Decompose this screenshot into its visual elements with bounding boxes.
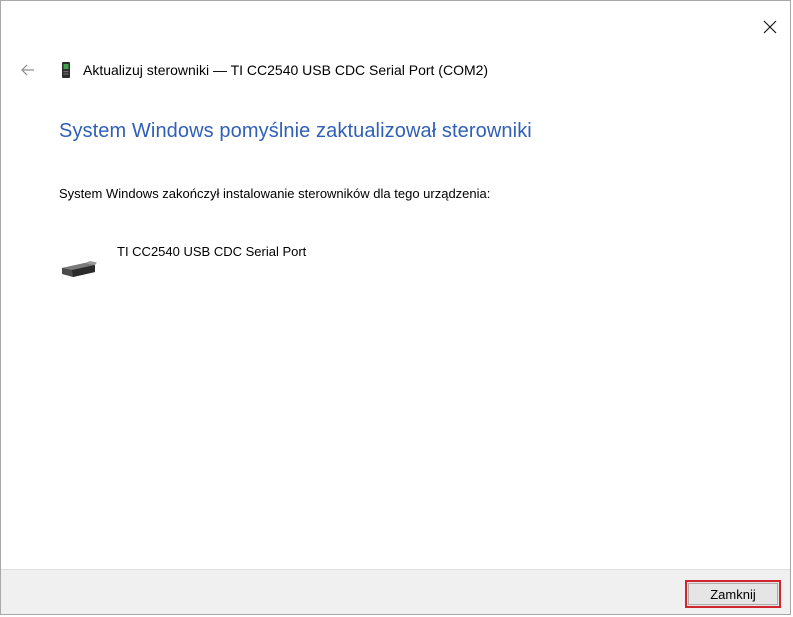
window-close-button[interactable] (758, 15, 782, 39)
back-arrow-icon (21, 64, 34, 76)
success-heading: System Windows pomyślnie zaktualizował s… (59, 120, 532, 142)
update-driver-dialog: Aktualizuj sterowniki — TI CC2540 USB CD… (0, 0, 791, 615)
dialog-title: Aktualizuj sterowniki — TI CC2540 USB CD… (83, 62, 489, 78)
close-dialog-button-label: Zamknij (710, 586, 756, 602)
completion-message: System Windows zakończył instalowanie st… (59, 186, 491, 201)
usb-device-icon (62, 261, 97, 277)
close-dialog-button[interactable]: Zamknij (685, 580, 781, 608)
installed-device-item: TI CC2540 USB CDC Serial Port (59, 244, 306, 280)
back-button[interactable] (18, 60, 38, 80)
dialog-footer: Zamknij (1, 569, 790, 614)
device-name: TI CC2540 USB CDC Serial Port (117, 244, 307, 259)
device-icon (59, 61, 73, 79)
close-icon (763, 20, 777, 34)
dialog-title-row: Aktualizuj sterowniki — TI CC2540 USB CD… (59, 60, 488, 80)
